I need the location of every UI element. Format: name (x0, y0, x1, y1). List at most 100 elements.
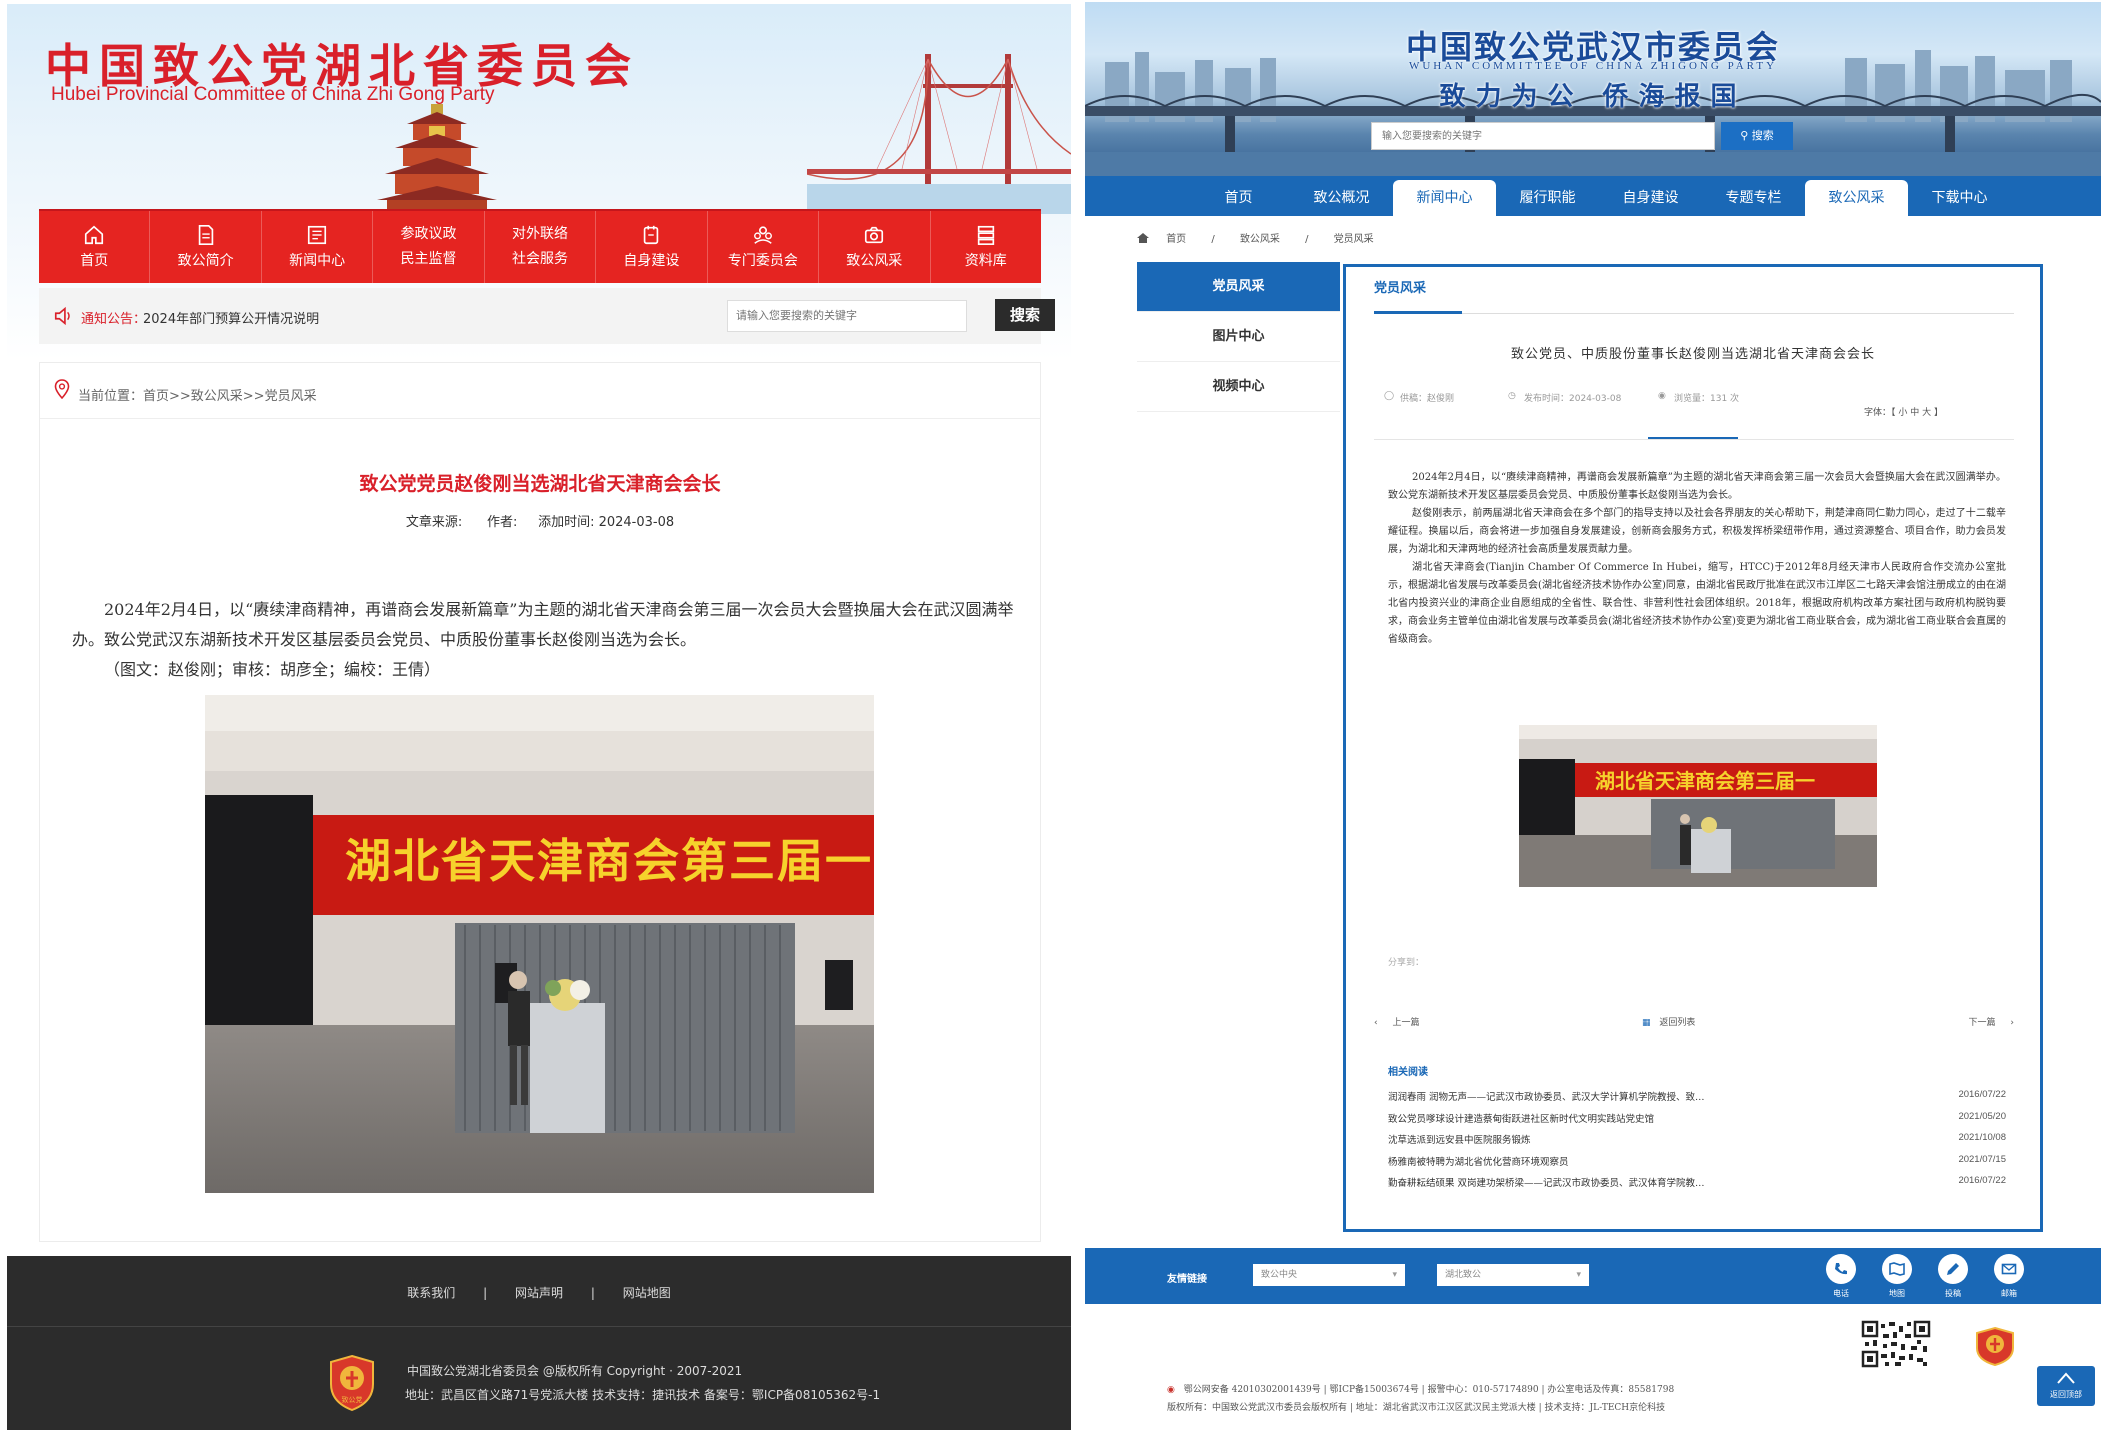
search-icon: ⚲ (1740, 129, 1749, 142)
font-size-switcher[interactable]: 字体：【 小 中 大 】 (1864, 405, 1943, 418)
search-input[interactable] (1371, 122, 1715, 150)
nav-liaison[interactable]: 对外联络 社会服务 (485, 211, 597, 283)
chevron-down-icon: ▾ (1576, 1270, 1581, 1280)
sidebar-item-videos[interactable]: 视频中心 (1137, 362, 1340, 412)
nav-topics[interactable]: 专题专栏 (1702, 180, 1805, 216)
search-button[interactable]: 搜索 (995, 299, 1055, 331)
article-paragraph: 2024年2月4日，以“赓续津商精神，再谱商会发展新篇章”为主题的湖北省天津商会… (72, 600, 1014, 649)
footer-link-sitemap[interactable]: 网站地图 (623, 1286, 671, 1300)
sidebar-item-pictures[interactable]: 图片中心 (1137, 312, 1340, 362)
article-title: 致公党员、中质股份董事长赵俊刚当选湖北省天津商会会长 (1510, 347, 1875, 362)
article-photo: 湖北省天津商会第三届一 (205, 695, 874, 1193)
site-subtitle: Hubei Provincial Committee of China Zhi … (51, 84, 495, 105)
list-item[interactable]: 润润春雨 润物无声——记武汉市政协委员、武汉大学计算机学院教授、致… 2016/0… (1388, 1089, 2006, 1111)
nav-intro[interactable]: 致公简介 (150, 211, 262, 283)
nav-news[interactable]: 新闻中心 (262, 211, 374, 283)
list-item[interactable]: 致公党员嗲球设计建造蔡甸街跃进社区新时代文明实践站党史馆 2021/05/20 (1388, 1111, 2006, 1133)
related-date: 2021/05/20 (1958, 1110, 2006, 1122)
site-subtitle: WUHAN COMMITTEE OF CHINA ZHIGONG PARTY (1408, 60, 1778, 72)
police-badge-icon: ◉ (1167, 1385, 1175, 1395)
event-photo-illustration (205, 695, 874, 1193)
nav-label-line1: 对外联络 (511, 226, 568, 242)
nav-self-building[interactable]: 自身建设 (596, 211, 708, 283)
submit-button[interactable]: 投稿 (1931, 1254, 1975, 1299)
nav-database[interactable]: 资料库 (931, 211, 1041, 283)
related-list: 润润春雨 润物无声——记武汉市政协委员、武汉大学计算机学院教授、致… 2016/0… (1388, 1089, 2006, 1197)
chevron-up-icon (2057, 1372, 2075, 1384)
search-button[interactable]: ⚲ 搜索 (1721, 122, 1793, 150)
back-to-list-link[interactable]: ▦ 返回列表 (1642, 1015, 1695, 1028)
list-item[interactable]: 沈草选派到远安县中医院服务锻炼 2021/10/08 (1388, 1132, 2006, 1154)
friend-link-select-hubei[interactable]: 湖北致公 ▾ (1437, 1264, 1589, 1286)
breadcrumb-home[interactable]: 首页 (1166, 234, 1186, 245)
back-to-list-label: 返回列表 (1659, 1018, 1696, 1028)
related-date: 2021/07/15 (1958, 1153, 2006, 1165)
map-button[interactable]: 地图 (1875, 1254, 1919, 1299)
document-icon (198, 224, 213, 245)
related-title: 润润春雨 润物无声——记武汉市政协委员、武汉大学计算机学院教授、致… (1388, 1092, 1705, 1103)
camera-icon (865, 226, 884, 243)
breadcrumb-current[interactable]: 党员风采 (1334, 234, 1374, 245)
mail-icon (2001, 1263, 2017, 1275)
article-credits: （图文：赵俊刚；审核：胡彦全；编校：王倩） (104, 660, 441, 679)
prev-article-link[interactable]: ‹ 上一篇 (1374, 1015, 1420, 1028)
footer-registration: ◉ 鄂公网安备 42010302001439号 | 鄂ICP备15003674号… (1167, 1382, 1674, 1395)
back-to-top-button[interactable]: 返回顶部 (2037, 1366, 2095, 1406)
speaker-icon (54, 306, 70, 326)
meta-time: 发布时间：2024-03-08 (1524, 394, 1622, 404)
select-value: 湖北致公 (1445, 1270, 1482, 1280)
nav-downloads[interactable]: 下载中心 (1908, 180, 2011, 216)
related-title: 致公党员嗲球设计建造蔡甸街跃进社区新时代文明实践站党史馆 (1388, 1113, 1655, 1125)
footer-divider (7, 1326, 1071, 1327)
footer-link-contact[interactable]: 联系我们 (407, 1286, 455, 1300)
breadcrumb-section[interactable]: 致公风采 (1240, 234, 1280, 245)
photo-banner-text: 湖北省天津商会第三届一 (345, 834, 873, 888)
nav-news[interactable]: 新闻中心 (1393, 180, 1496, 216)
nav-self-building[interactable]: 自身建设 (1599, 180, 1702, 216)
friend-link-select-central[interactable]: 致公中央 ▾ (1253, 1264, 1405, 1286)
footer-copyright: 版权所有：中国致公党武汉市委员会版权所有 | 地址：湖北省武汉市江汉区武汉民主党… (1167, 1403, 1666, 1413)
notice-link[interactable]: 2024年部门预算公开情况说明 (143, 308, 319, 327)
related-title: 杨雅南被特聘为湖北省优化营商环境观察员 (1388, 1156, 1569, 1168)
tab-indicator (1374, 311, 1462, 314)
meta-author: 供稿：赵俊刚 (1400, 394, 1455, 404)
list-item[interactable]: 勤奋耕耘结硕果 双岗建功架桥梁——记武汉市政协委员、武汉体育学院教… 2016/0… (1388, 1175, 2006, 1197)
building-icon (644, 225, 659, 244)
footer-separator: | (483, 1286, 488, 1300)
related-title: 勤奋耕耘结硕果 双岗建功架桥梁——记武汉市政协委员、武汉体育学院教… (1388, 1178, 1705, 1189)
nav-politics[interactable]: 参政议政 民主监督 (373, 211, 485, 283)
article-panel: 当前位置：首页>>致公风采>>党员风采 致公党党员赵俊刚当选湖北省天津商会会长 … (39, 362, 1041, 1242)
database-icon (977, 225, 994, 245)
sidebar-item-members[interactable]: 党员风采 (1137, 262, 1340, 312)
friend-links-bar: 友情链接 致公中央 ▾ 湖北致公 ▾ 电话 地图 投稿 邮箱 (1085, 1248, 2101, 1304)
section-tab[interactable]: 党员风采 (1374, 277, 1426, 296)
sidebar: 党员风采 图片中心 视频中心 (1137, 262, 1340, 412)
nav-home[interactable]: 首页 (39, 211, 151, 283)
list-item[interactable]: 杨雅南被特聘为湖北省优化营商环境观察员 2021/07/15 (1388, 1154, 2006, 1176)
email-button[interactable]: 邮箱 (1987, 1254, 2031, 1299)
nav-home[interactable]: 首页 (1187, 180, 1290, 216)
breadcrumb-text[interactable]: 当前位置：首页>>致公风采>>党员风采 (78, 385, 317, 404)
nav-label: 自身建设 (623, 252, 680, 269)
chevron-left-icon: ‹ (1374, 1018, 1378, 1028)
phone-button[interactable]: 电话 (1819, 1254, 1863, 1299)
next-article-link[interactable]: 下一篇 › (1969, 1015, 2015, 1028)
search-input[interactable] (727, 300, 967, 332)
hubei-header: 中国致公党湖北省委员会 Hubei Provincial Committee o… (7, 4, 1071, 360)
tool-label: 邮箱 (2001, 1289, 2017, 1298)
nav-style[interactable]: 致公风采 (819, 211, 931, 283)
nav-overview[interactable]: 致公概况 (1290, 180, 1393, 216)
nav-duties[interactable]: 履行职能 (1496, 180, 1599, 216)
nav-label-line2: 社会服务 (511, 251, 568, 267)
footer-link-statement[interactable]: 网站声明 (515, 1286, 563, 1300)
article-pager: ‹ 上一篇 ▦ 返回列表 下一篇 › (1374, 1015, 2014, 1035)
clock-icon: ◷ (1508, 391, 1516, 401)
tab-divider (1374, 313, 2014, 314)
meta-indicator (1648, 437, 1738, 439)
nav-label-line1: 参政议政 (400, 226, 457, 242)
nav-committees[interactable]: 专门委员会 (708, 211, 820, 283)
footer-address: 地址：武昌区首义路71号党派大楼 技术支持：捷讯技术 备案号：鄂ICP备0810… (405, 1388, 881, 1402)
related-date: 2021/10/08 (1958, 1132, 2006, 1143)
nav-style[interactable]: 致公风采 (1805, 180, 1908, 216)
hubei-footer: 联系我们 | 网站声明 | 网站地图 致公党 中国致公党湖北省委员会 @版权所有… (7, 1256, 1071, 1430)
